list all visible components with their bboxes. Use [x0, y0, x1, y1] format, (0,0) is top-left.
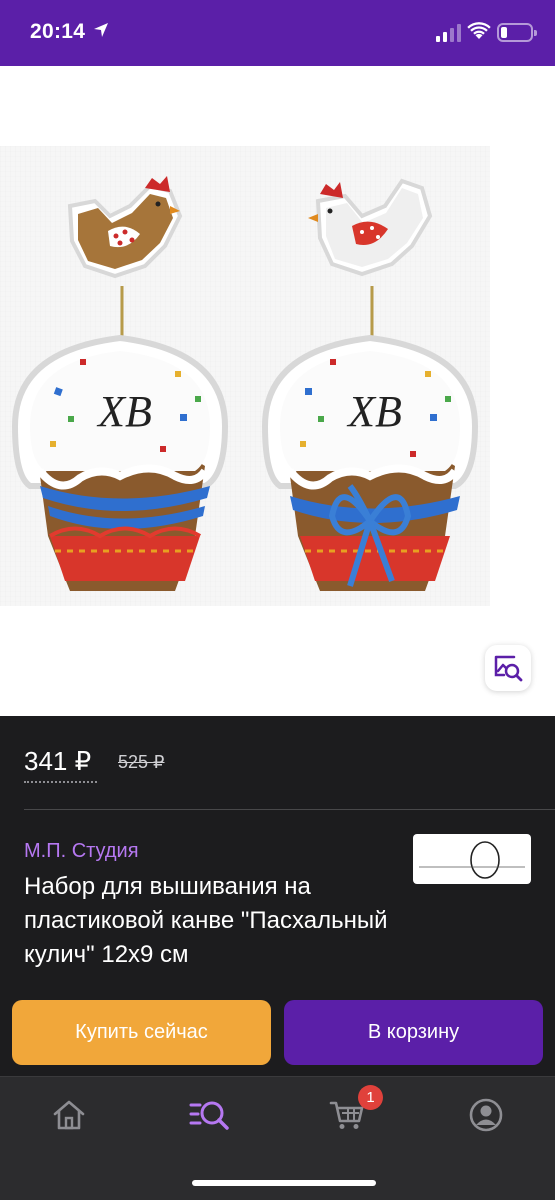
product-image: ХВ ХВ [0, 146, 490, 606]
brand-name[interactable]: М.П. Студия [24, 840, 139, 863]
back-button[interactable] [16, 88, 60, 132]
tab-bar: 1 [0, 1076, 555, 1200]
tab-home[interactable] [44, 1093, 94, 1137]
profile-icon [469, 1098, 503, 1132]
brand-logo[interactable] [413, 834, 531, 884]
signal-icon [436, 24, 461, 42]
share-button[interactable] [496, 86, 540, 134]
monogram-right: ХВ [346, 387, 402, 436]
tab-profile[interactable] [461, 1093, 511, 1137]
home-icon [53, 1100, 85, 1130]
cta-bar: Купить сейчас В корзину [0, 1000, 555, 1072]
product-gallery[interactable]: ХВ ХВ [0, 66, 555, 716]
home-indicator [192, 1180, 376, 1186]
old-price: 525 ₽ [118, 752, 165, 772]
price-underline [24, 781, 97, 783]
divider [24, 809, 555, 810]
image-search-icon [494, 655, 523, 682]
product-title: Набор для вышивания на пластиковой канве… [24, 873, 388, 968]
search-catalog-icon [189, 1101, 229, 1130]
current-price[interactable]: 341 ₽ [24, 746, 91, 777]
location-arrow-icon [94, 23, 108, 37]
heart-icon [426, 94, 462, 125]
buy-now-button[interactable]: Купить сейчас [12, 1000, 271, 1065]
wifi-icon [467, 22, 491, 39]
status-time: 20:14 [30, 20, 86, 43]
cart-badge: 1 [358, 1085, 383, 1110]
favorite-button[interactable] [422, 88, 466, 132]
battery-icon [497, 23, 537, 42]
back-arrow-icon [29, 94, 46, 126]
share-icon [505, 93, 531, 128]
status-bar: 20:14 [0, 0, 555, 66]
tab-catalog[interactable] [184, 1093, 234, 1137]
visual-search-button[interactable] [485, 645, 531, 691]
tab-cart[interactable]: 1 [322, 1085, 383, 1137]
monogram-left: ХВ [96, 387, 152, 436]
add-to-cart-button[interactable]: В корзину [284, 1000, 543, 1065]
